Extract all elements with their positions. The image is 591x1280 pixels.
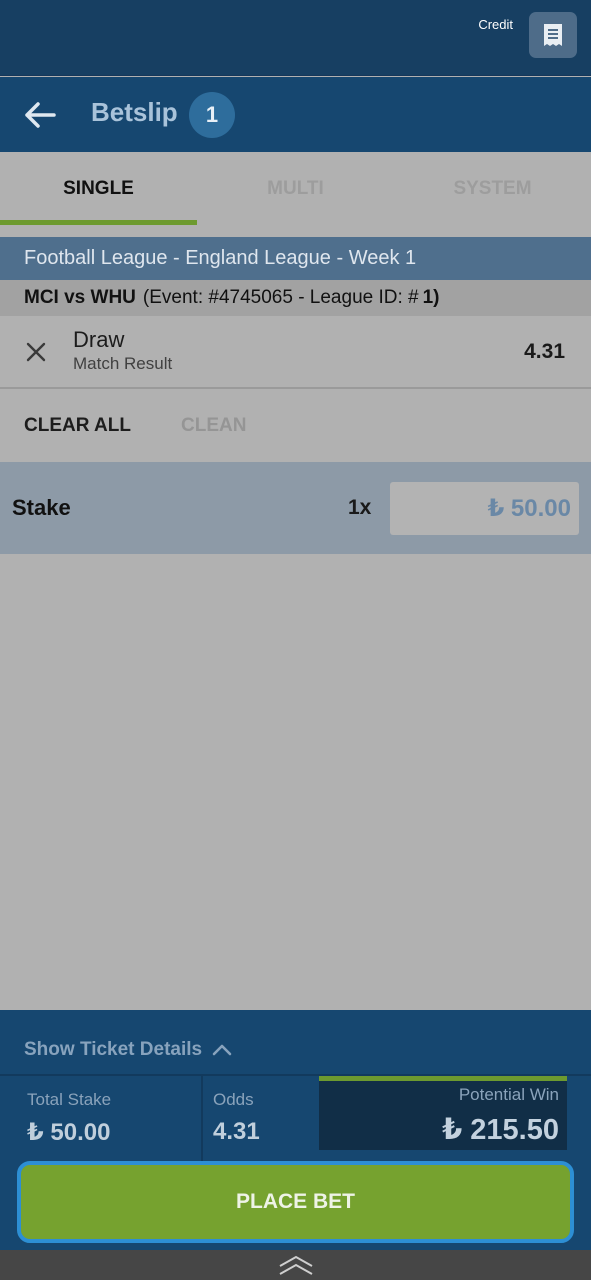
betslip-empty-area: [0, 554, 591, 1010]
clear-all-button[interactable]: CLEAR ALL: [24, 415, 131, 437]
close-icon: [26, 342, 46, 362]
selection-pick: Draw: [73, 327, 125, 352]
show-ticket-details-toggle[interactable]: Show Ticket Details: [24, 1039, 232, 1061]
selection-odds: 4.31: [524, 340, 565, 363]
event-teams: MCI vs WHU: [24, 287, 136, 308]
odds-cell: Odds 4.31: [205, 1076, 317, 1162]
total-stake-value: ₺ 50.00: [27, 1119, 111, 1146]
stake-label: Stake: [12, 495, 71, 520]
total-stake-label: Total Stake: [27, 1090, 112, 1109]
league-id: 1): [422, 287, 440, 308]
place-bet-button[interactable]: PLACE BET: [17, 1161, 574, 1243]
arrow-left-icon: [25, 102, 56, 128]
tab-multi[interactable]: MULTI: [197, 152, 394, 225]
bet-type-tabs: SINGLE MULTI SYSTEM: [0, 152, 591, 225]
receipt-button[interactable]: [529, 12, 577, 58]
selection-market: Match Result: [73, 354, 173, 373]
odds-label: Odds: [213, 1090, 254, 1109]
clean-button[interactable]: CLEAN: [181, 415, 246, 437]
bottom-handle-bar: [0, 1250, 591, 1280]
bet-count-badge: 1: [189, 92, 235, 138]
odds-value: 4.31: [213, 1118, 260, 1145]
double-chevron-up-icon[interactable]: [277, 1254, 315, 1276]
page-title: Betslip: [91, 97, 178, 127]
tab-single[interactable]: SINGLE: [0, 152, 197, 225]
chevron-up-icon: [212, 1044, 232, 1056]
bet-selection: Draw Match Result 4.31: [0, 316, 591, 389]
betslip-actions: CLEAR ALL CLEAN: [0, 391, 591, 462]
top-bar: Credit: [0, 0, 591, 76]
betslip-header: Betslip 1: [0, 77, 591, 152]
event-details: (Event: #4745065 - League ID: #: [142, 287, 419, 308]
potential-win-box: Potential Win ₺ 215.50: [319, 1076, 567, 1150]
back-button[interactable]: [20, 95, 60, 135]
stake-row: Stake 1x ₺ 50.00: [0, 462, 591, 554]
tabs-divider: [0, 225, 591, 237]
credit-label: Credit: [478, 17, 513, 32]
potential-win-value: ₺ 215.50: [442, 1114, 559, 1146]
potential-win-label: Potential Win: [458, 1085, 559, 1104]
stake-multiplier: 1x: [348, 496, 372, 519]
receipt-icon: [544, 24, 562, 46]
total-stake-cell: Total Stake ₺ 50.00: [0, 1076, 203, 1162]
stake-input[interactable]: ₺ 50.00: [390, 482, 579, 535]
ticket-summary: Total Stake ₺ 50.00 Odds 4.31 Potential …: [0, 1074, 591, 1162]
event-info: MCI vs WHU (Event: #4745065 - League ID:…: [0, 280, 591, 316]
remove-selection-button[interactable]: [22, 338, 50, 366]
toggle-label: Show Ticket Details: [24, 1039, 203, 1060]
tab-system[interactable]: SYSTEM: [394, 152, 591, 225]
league-header: Football League - England League - Week …: [0, 237, 591, 280]
